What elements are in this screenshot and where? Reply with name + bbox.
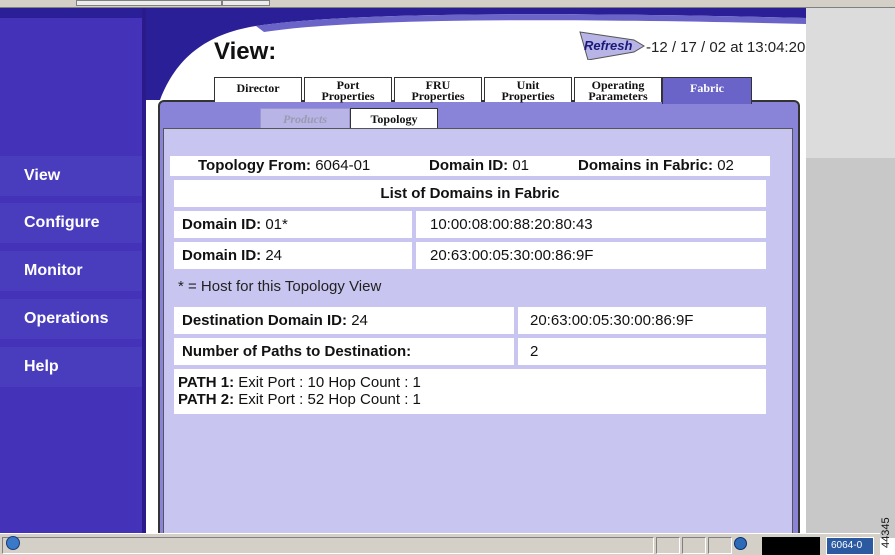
browser-toolbar-strip bbox=[0, 0, 895, 8]
number-of-paths-value: 2 bbox=[518, 338, 766, 365]
subtab-topology[interactable]: Topology bbox=[350, 108, 438, 129]
topology-from-label: Topology From: bbox=[198, 157, 312, 174]
path-item: PATH 2: Exit Port : 52 Hop Count : 1 bbox=[178, 391, 766, 408]
path-2-text: Exit Port : 52 Hop Count : 1 bbox=[238, 391, 421, 408]
tab-fru-line2: Properties bbox=[411, 89, 465, 103]
destination-domain-label: Destination Domain ID: bbox=[182, 312, 348, 329]
page-title: View: bbox=[214, 38, 277, 65]
domain-row-1-id: Domain ID: 01* bbox=[174, 211, 412, 238]
toolbar-button[interactable] bbox=[222, 0, 270, 6]
domain-row-1-wwn: 10:00:08:00:88:20:80:43 bbox=[416, 211, 766, 238]
domains-in-fabric-label: Domains in Fabric: bbox=[578, 157, 714, 174]
number-of-paths-label: Number of Paths to Destination: bbox=[174, 338, 514, 365]
right-margin bbox=[806, 8, 895, 538]
tab-operating-line2: Parameters bbox=[588, 89, 648, 103]
nav-item-operations[interactable]: Operations bbox=[0, 299, 142, 339]
domain-row-2-label: Domain ID: bbox=[182, 247, 262, 264]
nav-item-help[interactable]: Help bbox=[0, 347, 142, 387]
summary-domain-id-label: Domain ID: bbox=[429, 157, 509, 174]
figure-number: 44345 bbox=[880, 517, 892, 548]
path-1-text: Exit Port : 10 Hop Count : 1 bbox=[238, 374, 421, 391]
domain-row-1-value: 01* bbox=[265, 216, 288, 233]
domains-in-fabric-value: 02 bbox=[717, 157, 734, 174]
tab-port-properties[interactable]: Port Properties bbox=[304, 77, 392, 102]
tab-fru-properties[interactable]: FRU Properties bbox=[394, 77, 482, 102]
path-2-label: PATH 2: bbox=[178, 391, 235, 408]
domain-row-2-value: 24 bbox=[265, 247, 283, 264]
status-message bbox=[2, 537, 654, 554]
status-segment bbox=[682, 537, 706, 554]
tab-director[interactable]: Director bbox=[214, 77, 302, 102]
taskbar-item[interactable]: 6064-0 bbox=[826, 537, 874, 555]
tab-unit-properties[interactable]: Unit Properties bbox=[484, 77, 572, 102]
tab-port-line2: Properties bbox=[321, 89, 375, 103]
tab-operating-parameters[interactable]: Operating Parameters bbox=[574, 77, 662, 102]
status-segment bbox=[656, 537, 680, 554]
nav-item-view[interactable]: View bbox=[0, 156, 142, 196]
tab-unit-line2: Properties bbox=[501, 89, 555, 103]
toolbar-field[interactable] bbox=[76, 0, 222, 6]
tab-fabric-label: Fabric bbox=[690, 81, 724, 95]
status-segment bbox=[708, 537, 732, 554]
globe-icon bbox=[734, 537, 747, 550]
page-status-icon bbox=[6, 536, 20, 550]
paths-box: PATH 1: Exit Port : 10 Hop Count : 1 PAT… bbox=[174, 369, 766, 414]
domains-list-heading: List of Domains in Fabric bbox=[174, 180, 766, 207]
taskbar-block bbox=[762, 537, 820, 555]
domain-row-2-id: Domain ID: 24 bbox=[174, 242, 412, 269]
destination-domain-value: 24 bbox=[351, 312, 368, 329]
tab-director-label: Director bbox=[236, 81, 280, 95]
domain-row-2-wwn: 20:63:00:05:30:00:86:9F bbox=[416, 242, 766, 269]
nav-item-monitor[interactable]: Monitor bbox=[0, 251, 142, 291]
summary-domain-id-value: 01 bbox=[512, 157, 530, 174]
topology-summary: Topology From: 6064-01 Domain ID: 01 Dom… bbox=[170, 156, 770, 176]
nav-item-configure[interactable]: Configure bbox=[0, 203, 142, 243]
tab-fabric[interactable]: Fabric bbox=[662, 77, 752, 104]
host-footnote: * = Host for this Topology View bbox=[178, 278, 382, 295]
topology-from-value: 6064-01 bbox=[315, 157, 371, 174]
domain-row-1-label: Domain ID: bbox=[182, 216, 262, 233]
path-item: PATH 1: Exit Port : 10 Hop Count : 1 bbox=[178, 374, 766, 391]
destination-domain-cell: Destination Domain ID: 24 bbox=[174, 307, 514, 334]
status-bar bbox=[0, 533, 880, 555]
destination-domain-wwn: 20:63:00:05:30:00:86:9F bbox=[518, 307, 766, 334]
subtab-products[interactable]: Products bbox=[260, 108, 350, 129]
timestamp: -12 / 17 / 02 at 13:04:20 bbox=[646, 39, 806, 56]
refresh-button[interactable]: Refresh bbox=[584, 38, 632, 53]
path-1-label: PATH 1: bbox=[178, 374, 235, 391]
